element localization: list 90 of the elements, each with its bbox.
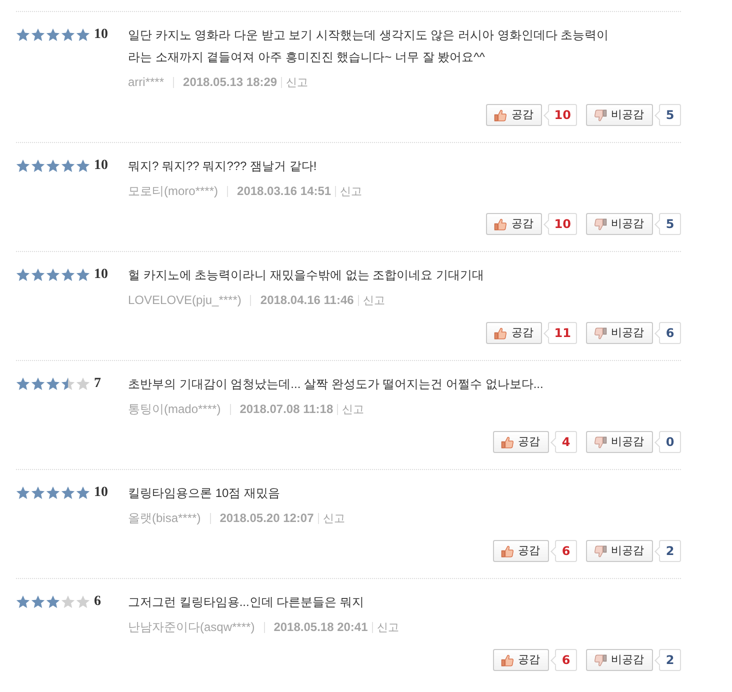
star-icon [16, 159, 30, 173]
post-date: 2018.04.16 11:46 [260, 293, 354, 307]
review-text: 뭐지? 뭐지?? 뭐지??? 잼날거 같다! [128, 158, 318, 175]
star-icon [76, 595, 90, 609]
star-icon [16, 486, 30, 500]
post-date: 2018.07.08 11:18 [240, 402, 334, 416]
author-name: 난남자준이다(asqw****) [128, 618, 255, 636]
like-count: 11 [543, 322, 577, 344]
star-icon [46, 159, 60, 173]
star-icon [76, 159, 90, 173]
thumbs-up-icon [501, 654, 514, 666]
star-icon [16, 28, 30, 42]
dislike-button[interactable]: 비공감 [586, 322, 653, 344]
review-text: 일단 카지노 영화라 다운 받고 보기 시작했는데 생각지도 않은 러시아 영화인데다 초능력이라는 소재까지 곁들여져 아주 흥미진진 했습니다~ 너무 잘 봤어요^^ [128, 27, 610, 66]
author-name: arri**** [128, 75, 164, 89]
thumbs-down-icon [594, 654, 607, 666]
author-name: LOVELOVE(pju_****) [128, 293, 242, 307]
rating-score: 10 [94, 268, 108, 282]
thumbs-up-icon [501, 436, 514, 448]
dislike-button[interactable]: 비공감 [586, 104, 653, 126]
like-count: 10 [543, 213, 577, 235]
like-button[interactable]: 공감 [493, 431, 549, 453]
star-icon [31, 595, 45, 609]
review-text: 그저그런 킬링타임용...인데 다른분들은 뭐지 [128, 594, 366, 611]
like-button[interactable]: 공감 [493, 540, 549, 562]
post-date: 2018.05.18 20:41 [274, 620, 368, 634]
dislike-button[interactable]: 비공감 [586, 213, 653, 235]
like-button[interactable]: 공감 [486, 322, 542, 344]
star-icon [46, 28, 60, 42]
like-count: 6 [550, 540, 577, 562]
like-count: 10 [543, 104, 577, 126]
author-name: 모로티(moro****) [128, 182, 218, 200]
star-icon [31, 268, 45, 282]
dislike-button[interactable]: 비공감 [586, 431, 653, 453]
star-icon [31, 28, 45, 42]
dislike-button[interactable]: 비공감 [586, 540, 653, 562]
thumbs-up-icon [494, 326, 508, 340]
rating-score: 7 [94, 377, 101, 391]
like-button[interactable]: 공감 [486, 104, 542, 126]
star-icon [61, 377, 75, 391]
star-icon [61, 595, 75, 609]
star-icon [61, 268, 75, 282]
author-name: 통팅이(mado****) [128, 400, 221, 418]
dislike-count: 0 [654, 431, 681, 453]
thumbs-up-icon [494, 218, 508, 230]
review-text: 킬링타임용으론 10점 재밌음 [128, 485, 282, 502]
rating-score: 10 [94, 28, 108, 42]
dislike-count: 6 [654, 322, 681, 344]
star-icon [76, 486, 90, 500]
dislike-count: 2 [654, 540, 681, 562]
star-icon [31, 377, 45, 391]
dislike-count: 5 [654, 213, 681, 235]
thumbs-down-icon [594, 218, 607, 230]
star-icon [46, 486, 60, 500]
thumbs-down-icon [594, 544, 607, 558]
star-icon [31, 486, 45, 500]
thumbs-down-icon [594, 326, 607, 340]
post-date: 2018.03.16 14:51 [237, 184, 332, 198]
thumbs-down-icon [594, 108, 607, 122]
star-icon [61, 486, 75, 500]
star-icon [31, 159, 45, 173]
star-icon [46, 268, 60, 282]
review-text: 초반부의 기대감이 엄청났는데... 살짝 완성도가 떨어지는건 어쩔수 없나보다... [128, 376, 544, 393]
rating-score: 10 [94, 159, 108, 173]
review-text: 헐 카지노에 초능력이라니 재밌을수밖에 없는 조합이네요 기대기대 [128, 267, 486, 284]
author-name: 올랫(bisa****) [128, 510, 201, 526]
star-icon [46, 595, 60, 609]
star-icon [46, 377, 60, 391]
star-icon [76, 377, 90, 391]
dislike-button[interactable]: 비공감 [586, 649, 653, 671]
rating-score: 10 [94, 486, 108, 500]
thumbs-up-icon [501, 544, 514, 558]
star-icon [16, 377, 30, 391]
like-count: 6 [550, 649, 577, 671]
thumbs-up-icon [494, 108, 508, 122]
star-icon [76, 28, 90, 42]
rating-score: 6 [94, 595, 101, 609]
like-button[interactable]: 공감 [493, 649, 549, 671]
thumbs-down-icon [594, 436, 607, 448]
post-date: 2018.05.13 18:29 [183, 75, 278, 89]
star-icon [16, 268, 30, 282]
star-icon [76, 268, 90, 282]
dislike-count: 2 [654, 649, 681, 671]
like-button[interactable]: 공감 [486, 213, 542, 235]
star-icon [61, 28, 75, 42]
star-icon [16, 595, 30, 609]
star-icon [61, 159, 75, 173]
post-date: 2018.05.20 12:07 [220, 511, 314, 525]
like-count: 4 [550, 431, 577, 453]
dislike-count: 5 [654, 104, 681, 126]
